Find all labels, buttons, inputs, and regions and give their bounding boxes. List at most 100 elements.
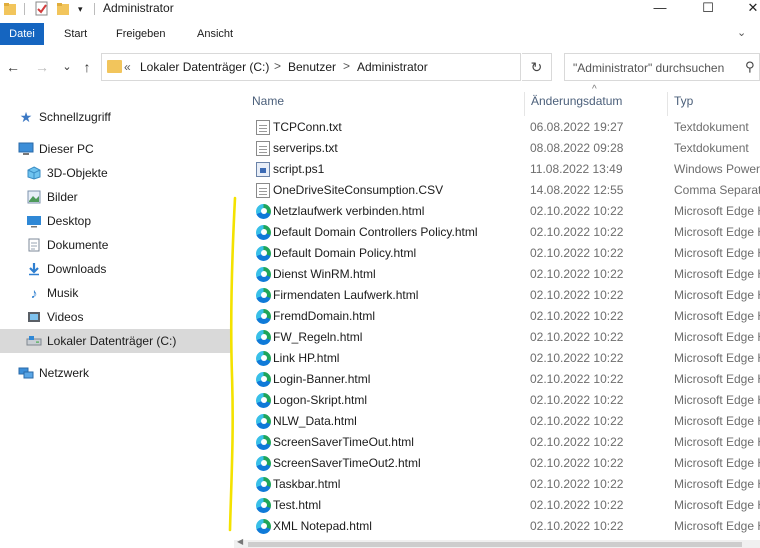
file-row[interactable]: ScreenSaverTimeOut.html 02.10.2022 10:22 M… xyxy=(234,432,760,453)
file-name[interactable]: Login-Banner.html xyxy=(273,372,370,386)
file-name[interactable]: Dienst WinRM.html xyxy=(273,267,376,281)
music-icon: ♪ xyxy=(30,285,38,301)
file-row[interactable]: XML Notepad.html 02.10.2022 10:22 Microsof… xyxy=(234,516,760,537)
maximize-button[interactable]: ☐ xyxy=(688,0,728,20)
file-name[interactable]: OneDriveSiteConsumption.CSV xyxy=(273,183,443,197)
file-name[interactable]: Logon-Skript.html xyxy=(273,393,367,407)
file-row[interactable]: script.ps1 11.08.2022 13:49 Windows PowerS… xyxy=(234,159,760,180)
file-type: Textdokument xyxy=(674,120,749,134)
horizontal-scrollbar[interactable]: ◀ xyxy=(234,537,760,548)
file-row[interactable]: Logon-Skript.html 02.10.2022 10:22 Microso… xyxy=(234,390,760,411)
back-button[interactable]: ← xyxy=(4,50,22,84)
column-header-name[interactable]: Name xyxy=(252,94,284,108)
file-row[interactable]: Default Domain Policy.html 02.10.2022 10:… xyxy=(234,243,760,264)
file-row[interactable]: Test.html 02.10.2022 10:22 Microsoft Edge … xyxy=(234,495,760,516)
minimize-button[interactable]: — xyxy=(640,0,680,20)
file-name[interactable]: FW_Regeln.html xyxy=(273,330,362,344)
search-icon[interactable]: ⚲ xyxy=(745,59,755,75)
tab-datei[interactable]: Datei xyxy=(0,23,44,45)
file-row[interactable]: Login-Banner.html 02.10.2022 10:22 Microso… xyxy=(234,369,760,390)
file-type: Microsoft Edge HTML xyxy=(674,267,760,281)
sidebar-item-musik[interactable]: ♪ Musik xyxy=(0,281,231,305)
sidebar-item-schnellzugriff[interactable]: ★ Schnellzugriff xyxy=(0,105,231,129)
customize-qa-icon[interactable]: ▾ xyxy=(78,4,83,15)
recent-locations-button[interactable]: ⌄ xyxy=(58,50,76,84)
properties-icon[interactable] xyxy=(35,1,49,17)
file-row[interactable]: serverips.txt 08.08.2022 09:28 Textdokumen… xyxy=(234,138,760,159)
file-row[interactable]: Firmendaten Laufwerk.html 02.10.2022 10:2… xyxy=(234,285,760,306)
sidebar-item-desktop[interactable]: Desktop xyxy=(0,209,231,233)
file-name[interactable]: serverips.txt xyxy=(273,141,338,155)
file-name[interactable]: Firmendaten Laufwerk.html xyxy=(273,288,418,302)
breadcrumb-overflow[interactable]: « xyxy=(124,60,131,74)
address-bar[interactable]: « Lokaler Datenträger (C:) > Benutzer > … xyxy=(101,53,521,81)
file-type: Microsoft Edge HTML xyxy=(674,351,760,365)
file-row[interactable]: Taskbar.html 02.10.2022 10:22 Microsoft Ed… xyxy=(234,474,760,495)
file-row[interactable]: Netzlaufwerk verbinden.html 02.10.2022 10… xyxy=(234,201,760,222)
title-bar: ▾ Administrator — ☐ ✕ xyxy=(0,0,760,20)
breadcrumb-administrator[interactable]: Administrator xyxy=(357,60,428,74)
separator xyxy=(94,3,95,15)
file-row[interactable]: Dienst WinRM.html 02.10.2022 10:22 Microso… xyxy=(234,264,760,285)
column-divider[interactable] xyxy=(524,92,525,116)
file-date: 11.08.2022 13:49 xyxy=(530,162,623,176)
file-name[interactable]: NLW_Data.html xyxy=(273,414,357,428)
scrollbar-thumb[interactable] xyxy=(248,542,742,547)
sidebar-item-dokumente[interactable]: Dokumente xyxy=(0,233,231,257)
chevron-down-icon[interactable]: ⌄ xyxy=(737,26,746,39)
close-button[interactable]: ✕ xyxy=(733,0,760,20)
tab-start[interactable]: Start xyxy=(56,23,95,45)
file-row[interactable]: Default Domain Controllers Policy.html 02… xyxy=(234,222,760,243)
scroll-left-icon[interactable]: ◀ xyxy=(237,537,243,546)
sidebar-item-netzwerk[interactable]: Netzwerk xyxy=(0,361,231,385)
file-row[interactable]: FremdDomain.html 02.10.2022 10:22 Microsof… xyxy=(234,306,760,327)
sidebar-item-local-drive[interactable]: Lokaler Datenträger (C:) xyxy=(0,329,231,353)
file-row[interactable]: NLW_Data.html 02.10.2022 10:22 Microsoft E… xyxy=(234,411,760,432)
file-row[interactable]: Link HP.html 02.10.2022 10:22 Microsoft Ed… xyxy=(234,348,760,369)
file-row[interactable]: TCPConn.txt 06.08.2022 19:27 Textdokument xyxy=(234,117,760,138)
file-row[interactable]: ScreenSaverTimeOut2.html 02.10.2022 10:22… xyxy=(234,453,760,474)
file-row[interactable]: OneDriveSiteConsumption.CSV 14.08.2022 12… xyxy=(234,180,760,201)
column-divider[interactable] xyxy=(667,92,668,116)
breadcrumb-benutzer[interactable]: Benutzer xyxy=(288,60,336,74)
sidebar-item-bilder[interactable]: Bilder xyxy=(0,185,231,209)
star-icon: ★ xyxy=(19,109,33,125)
file-name[interactable]: XML Notepad.html xyxy=(273,519,372,533)
sidebar-item-downloads[interactable]: Downloads xyxy=(0,257,231,281)
file-type: Microsoft Edge HTML xyxy=(674,435,760,449)
file-name[interactable]: script.ps1 xyxy=(273,162,324,176)
file-name[interactable]: Test.html xyxy=(273,498,321,512)
file-row[interactable]: FW_Regeln.html 02.10.2022 10:22 Microsoft … xyxy=(234,327,760,348)
sidebar-item-3d-objekte[interactable]: 3D-Objekte xyxy=(0,161,231,185)
file-name[interactable]: Default Domain Policy.html xyxy=(273,246,416,260)
breadcrumb-drive[interactable]: Lokaler Datenträger (C:) xyxy=(140,60,269,74)
csv-file-icon xyxy=(256,183,270,198)
sidebar-item-videos[interactable]: Videos xyxy=(0,305,231,329)
breadcrumb-separator[interactable]: > xyxy=(274,59,281,73)
up-button[interactable]: ↑ xyxy=(78,50,96,84)
column-header-type[interactable]: Typ xyxy=(674,94,693,108)
file-date: 02.10.2022 10:22 xyxy=(530,309,624,323)
column-header-date[interactable]: Änderungsdatum xyxy=(531,94,622,108)
file-name[interactable]: Netzlaufwerk verbinden.html xyxy=(273,204,424,218)
file-date: 02.10.2022 10:22 xyxy=(530,477,624,491)
folder-icon[interactable] xyxy=(3,1,17,17)
file-name[interactable]: ScreenSaverTimeOut2.html xyxy=(273,456,421,470)
breadcrumb-separator[interactable]: > xyxy=(343,59,350,73)
tab-ansicht[interactable]: Ansicht xyxy=(189,23,241,45)
file-name[interactable]: Default Domain Controllers Policy.html xyxy=(273,225,478,239)
sidebar-item-label: Lokaler Datenträger (C:) xyxy=(47,334,177,348)
file-name[interactable]: TCPConn.txt xyxy=(273,120,342,134)
tab-freigeben[interactable]: Freigeben xyxy=(108,23,174,45)
file-name[interactable]: Link HP.html xyxy=(273,351,339,365)
file-name[interactable]: Taskbar.html xyxy=(273,477,340,491)
new-folder-icon[interactable] xyxy=(56,1,70,17)
sidebar-item-dieser-pc[interactable]: Dieser PC xyxy=(0,137,231,161)
forward-button[interactable]: → xyxy=(33,50,51,84)
file-name[interactable]: FremdDomain.html xyxy=(273,309,375,323)
search-input[interactable]: "Administrator" durchsuchen xyxy=(573,61,724,75)
edge-icon xyxy=(256,288,271,303)
search-box[interactable]: "Administrator" durchsuchen ⚲ xyxy=(564,53,760,81)
refresh-button[interactable]: ↻ xyxy=(522,53,552,81)
file-name[interactable]: ScreenSaverTimeOut.html xyxy=(273,435,414,449)
